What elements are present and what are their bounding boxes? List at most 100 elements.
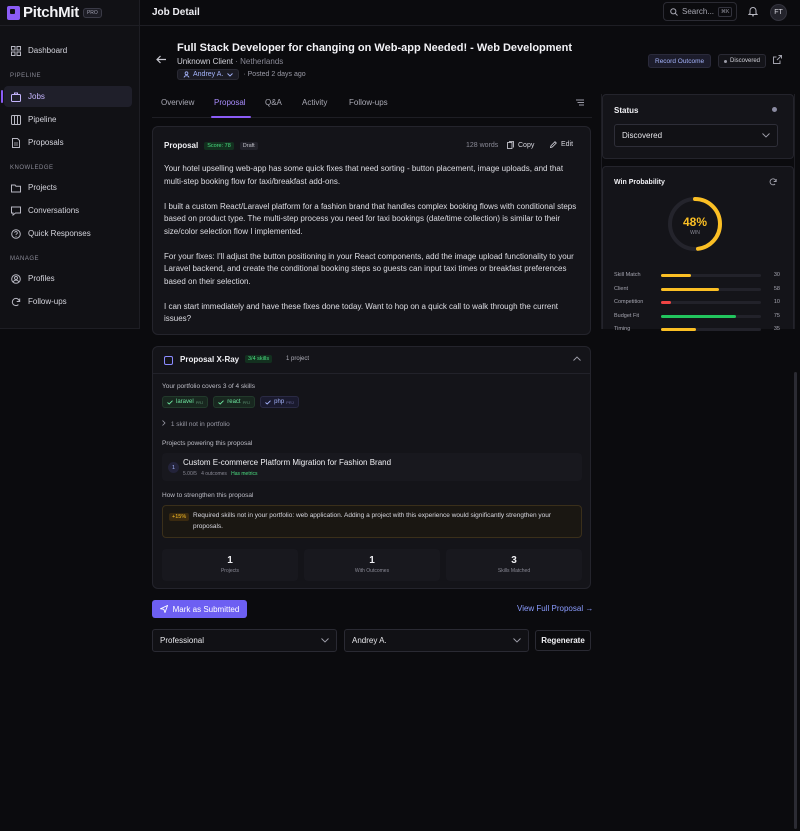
skill-name: laravel bbox=[176, 399, 194, 405]
back-arrow-icon[interactable] bbox=[156, 55, 167, 67]
page-scrollbar[interactable] bbox=[794, 372, 797, 829]
stat-label: Skills Matched bbox=[497, 568, 531, 574]
tab-bar: Overview Proposal Q&A Activity Follow-up… bbox=[152, 93, 592, 118]
project-rating: 5.00/5 bbox=[183, 471, 197, 477]
chevron-up-icon[interactable] bbox=[573, 354, 581, 363]
send-icon bbox=[159, 605, 168, 613]
sidebar-item-jobs[interactable]: Jobs bbox=[1, 86, 132, 107]
metric-name: Skill Match bbox=[614, 272, 641, 278]
help-circle-icon bbox=[11, 228, 21, 239]
stat-value: 3 bbox=[511, 555, 517, 566]
projects-count: 1 project bbox=[286, 356, 310, 362]
word-count: 128 words bbox=[466, 142, 499, 149]
tab-overview[interactable]: Overview bbox=[161, 98, 194, 107]
proposal-header: Proposal Score: 78 Draft bbox=[164, 141, 258, 150]
tab-qa[interactable]: Q&A bbox=[265, 98, 282, 107]
bell-icon[interactable] bbox=[747, 6, 759, 19]
sidebar-item-label: Projects bbox=[28, 183, 57, 192]
search-shortcut: ⌘K bbox=[718, 6, 733, 17]
tab-activity[interactable]: Activity bbox=[302, 98, 327, 107]
sidebar-item-proposals[interactable]: Proposals bbox=[4, 132, 132, 153]
external-link-icon[interactable] bbox=[773, 55, 782, 66]
submit-label: Mark as Submitted bbox=[172, 604, 240, 614]
tab-proposal[interactable]: Proposal bbox=[214, 98, 246, 107]
section-title-manage: MANAGE bbox=[10, 256, 40, 262]
document-icon bbox=[11, 137, 21, 148]
profile-select[interactable]: Andrey A. bbox=[344, 629, 529, 652]
tone-value: Professional bbox=[160, 636, 205, 645]
project-meta: 5.00/5 4 outcomes Has metrics bbox=[183, 471, 258, 477]
skill-source: PRJ bbox=[242, 399, 251, 405]
active-tab-indicator bbox=[211, 116, 251, 118]
metric-value: 30 bbox=[773, 272, 780, 278]
chevron-down-icon bbox=[762, 131, 770, 140]
owner-name: Andrey A. bbox=[193, 71, 224, 78]
copy-label: Copy bbox=[518, 141, 535, 149]
projects-powering-label: Projects powering this proposal bbox=[162, 440, 253, 447]
chat-icon bbox=[11, 206, 21, 216]
search-button[interactable]: Search... ⌘K bbox=[663, 2, 737, 21]
view-full-proposal-link[interactable]: View Full Proposal → bbox=[517, 604, 593, 613]
skill-chips: laravel PRJ react PRJ php PRJ bbox=[162, 396, 304, 408]
status-select[interactable]: Discovered bbox=[614, 124, 778, 147]
stat-label: With Outcomes bbox=[354, 568, 390, 574]
sidebar-item-profiles[interactable]: Profiles bbox=[4, 268, 132, 289]
copy-button[interactable]: Copy bbox=[507, 141, 534, 149]
project-row[interactable]: 1 Custom E-commerce Platform Migration f… bbox=[162, 453, 582, 481]
sidebar-item-follow-ups[interactable]: Follow-ups bbox=[4, 291, 132, 312]
sidebar-item-dashboard[interactable]: Dashboard bbox=[4, 40, 132, 61]
owner-selector[interactable]: Andrey A. bbox=[177, 69, 240, 80]
proposal-paragraph: For your fixes: I'll adjust the button p… bbox=[164, 251, 574, 286]
metric-row: Timing 35 bbox=[614, 326, 780, 335]
client-country: Netherlands bbox=[240, 57, 284, 66]
metric-row: Competition 10 bbox=[614, 299, 780, 308]
tab-follow-ups[interactable]: Follow-ups bbox=[349, 98, 388, 107]
proposal-text: Your hotel upselling web-app has some qu… bbox=[164, 163, 582, 338]
mark-submitted-button[interactable]: Mark as Submitted bbox=[152, 600, 247, 618]
section-title-pipeline: PIPELINE bbox=[10, 73, 42, 79]
menu-lines-icon[interactable] bbox=[576, 98, 584, 108]
xray-header[interactable]: Proposal X-Ray 3/4 skills 1 project bbox=[153, 347, 590, 374]
status-badge: Discovered bbox=[718, 54, 767, 68]
status-value: Discovered bbox=[622, 131, 663, 140]
sidebar: PitchMit PRO Dashboard PIPELINE Jobs Pip… bbox=[0, 0, 140, 329]
metric-name: Budget Fit bbox=[614, 312, 640, 319]
regenerate-button[interactable]: Regenerate bbox=[535, 630, 591, 651]
sidebar-item-conversations[interactable]: Conversations bbox=[4, 200, 132, 221]
sidebar-item-label: Quick Responses bbox=[28, 229, 91, 238]
score-badge: Score: 78 bbox=[204, 141, 234, 150]
user-icon bbox=[183, 71, 190, 78]
tone-select[interactable]: Professional bbox=[152, 629, 337, 652]
metric-track bbox=[661, 328, 761, 331]
metric-track bbox=[661, 301, 761, 304]
search-icon bbox=[670, 7, 678, 16]
metric-name: Client bbox=[614, 285, 629, 292]
sidebar-item-pipeline[interactable]: Pipeline bbox=[4, 109, 132, 130]
kanban-icon bbox=[11, 114, 21, 125]
tip-text: Required skills not in your portfolio: w… bbox=[193, 512, 552, 530]
brand-logo[interactable]: PitchMit PRO bbox=[0, 0, 139, 26]
status-title: Status bbox=[614, 106, 639, 115]
right-panel: Status Discovered Win Probability 48% WI… bbox=[601, 94, 795, 332]
plan-badge: PRO bbox=[82, 7, 102, 18]
metric-bar-fill bbox=[661, 328, 696, 331]
coverage-label: Your portfolio covers 3 of 4 skills bbox=[162, 383, 255, 390]
skill-chip: php PRJ bbox=[260, 396, 299, 408]
sidebar-item-projects[interactable]: Projects bbox=[4, 177, 132, 198]
proposal-paragraph: I can start immediately and have these f… bbox=[164, 301, 558, 324]
project-outcomes: 4 outcomes bbox=[201, 471, 227, 477]
proposal-title: Proposal bbox=[164, 141, 199, 150]
proposal-paragraph: Your hotel upselling web-app has some qu… bbox=[164, 164, 564, 186]
edit-button[interactable]: Edit bbox=[550, 141, 573, 148]
sidebar-item-label: Conversations bbox=[28, 206, 80, 215]
skill-chip: react PRJ bbox=[213, 396, 256, 408]
missing-skills-toggle[interactable]: 1 skill not in portfolio bbox=[162, 420, 230, 428]
job-title: Full Stack Developer for changing on Web… bbox=[177, 42, 573, 54]
refresh-icon[interactable] bbox=[769, 178, 777, 188]
user-avatar[interactable]: FT bbox=[770, 4, 787, 21]
metric-row: Client 58 bbox=[614, 286, 780, 295]
sidebar-item-quick-responses[interactable]: Quick Responses bbox=[4, 223, 132, 244]
win-percent: 48% bbox=[682, 215, 708, 229]
record-outcome-button[interactable]: Record Outcome bbox=[648, 54, 712, 68]
skill-source: PRJ bbox=[286, 399, 294, 405]
